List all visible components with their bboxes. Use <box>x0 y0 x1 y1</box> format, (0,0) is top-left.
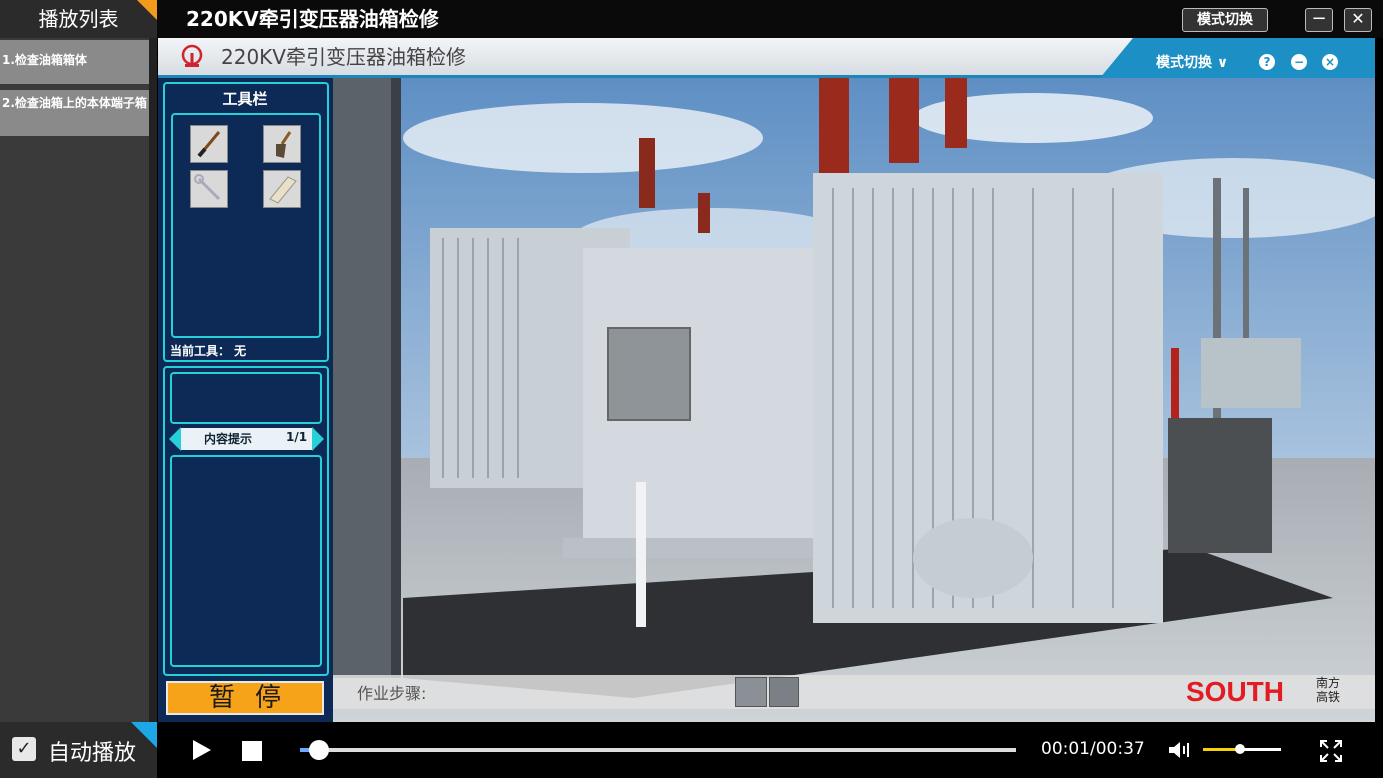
help-icon[interactable]: ? <box>1259 54 1275 70</box>
play-icon[interactable] <box>193 740 211 760</box>
playlist-scrollbar[interactable] <box>149 38 157 722</box>
steps-label: 作业步骤: <box>357 684 427 703</box>
corner-accent <box>137 0 157 20</box>
autoplay-label: 自动播放 <box>48 741 137 766</box>
screwdriver-icon[interactable] <box>190 125 228 163</box>
step-thumbnail[interactable] <box>735 677 767 707</box>
mode-switch-button[interactable]: 模式切换 <box>1182 8 1268 32</box>
step-display <box>170 372 322 424</box>
brush-icon[interactable] <box>263 125 301 163</box>
autoplay-checkbox[interactable]: ✓ <box>12 737 36 761</box>
playlist-item[interactable]: 1.检查油箱箱体 <box>0 40 149 84</box>
hint-page-counter: 1/1 <box>286 430 308 444</box>
progress-track[interactable] <box>300 748 1016 752</box>
hint-content <box>170 455 322 667</box>
wrench-icon[interactable] <box>190 170 228 208</box>
toolbar-title: 工具栏 <box>222 90 268 108</box>
stop-icon[interactable] <box>242 741 262 761</box>
railway-logo-icon <box>181 44 203 67</box>
transformer-scene-image <box>333 78 1375 722</box>
hint-label: 内容提示 <box>204 432 253 446</box>
close-button[interactable]: ✕ <box>1344 8 1372 32</box>
minimize-icon[interactable]: − <box>1291 54 1307 70</box>
fullscreen-icon[interactable] <box>1320 740 1342 762</box>
mode-switch-dropdown[interactable]: 模式切换 ∨ <box>1156 52 1228 72</box>
playlist-item[interactable]: 2.检查油箱上的本体端子箱 <box>0 90 149 136</box>
app-title: 220KV牵引变压器油箱检修 <box>221 45 466 69</box>
close-icon[interactable]: × <box>1322 54 1338 70</box>
prev-arrow-icon[interactable] <box>169 427 181 451</box>
next-arrow-icon[interactable] <box>312 427 324 451</box>
playlist-panel: 1.检查油箱箱体 2.检查油箱上的本体端子箱 <box>0 38 149 722</box>
playlist-title: 播放列表 <box>38 7 119 31</box>
pause-button[interactable]: 暂停 <box>166 681 324 715</box>
scene-viewport[interactable] <box>333 78 1375 722</box>
volume-handle[interactable] <box>1235 744 1245 754</box>
cloth-icon[interactable] <box>263 170 301 208</box>
current-tool-label: 当前工具： 无 <box>170 344 247 358</box>
brand-logo: SOUTH <box>1186 676 1284 707</box>
step-thumbnail[interactable] <box>769 677 799 707</box>
volume-icon[interactable] <box>1167 740 1191 760</box>
brand-subtitle: 南方 高铁 <box>1316 676 1341 704</box>
time-display: 00:01/00:37 <box>1041 739 1145 759</box>
playlist-header: 播放列表 <box>0 0 157 38</box>
window-title: 220KV牵引变压器油箱检修 <box>186 7 439 31</box>
progress-handle[interactable] <box>309 740 329 760</box>
minimize-button[interactable]: − <box>1305 8 1333 32</box>
